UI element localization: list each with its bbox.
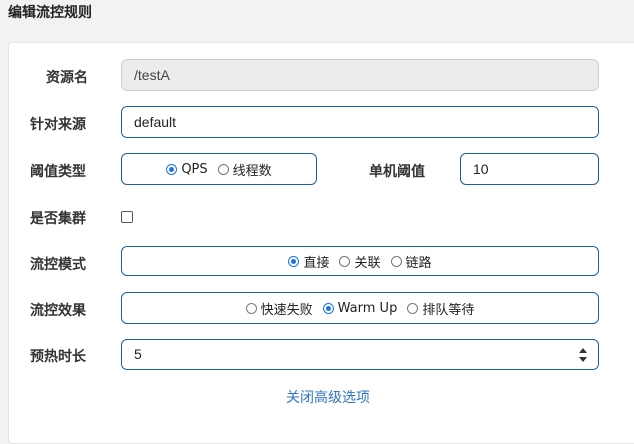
behavior-option-queue[interactable]: 排队等待 <box>407 299 474 318</box>
form-panel <box>8 42 634 444</box>
grade-option-label: 线程数 <box>232 163 272 179</box>
warmup-period-value: 5 <box>134 346 142 362</box>
close-advanced-options-link[interactable]: 关闭高级选项 <box>286 387 370 407</box>
grade-radio-group: QPS 线程数 <box>121 153 317 185</box>
threshold-label: 单机阈值 <box>369 164 425 180</box>
radio-checked-icon <box>288 255 300 267</box>
grade-option-qps[interactable]: QPS <box>166 161 208 177</box>
strategy-option-label: 直接 <box>303 255 330 271</box>
strategy-option-direct[interactable]: 直接 <box>288 252 329 271</box>
control-behavior-label: 流控效果 <box>30 303 86 319</box>
resource-label: 资源名 <box>46 70 88 86</box>
strategy-option-relate[interactable]: 关联 <box>339 252 381 271</box>
cluster-checkbox[interactable] <box>121 211 133 223</box>
radio-unchecked-icon <box>217 163 229 175</box>
radio-unchecked-icon <box>245 302 257 314</box>
radio-unchecked-icon <box>407 302 419 314</box>
behavior-option-label: 排队等待 <box>422 302 475 318</box>
grade-option-label: QPS <box>181 161 208 177</box>
behavior-option-warm-up[interactable]: Warm Up <box>322 300 398 316</box>
threshold-input[interactable]: 10 <box>460 153 599 185</box>
warmup-period-input[interactable]: 5 <box>121 339 599 370</box>
behavior-option-label: 快速失败 <box>260 302 313 318</box>
control-behavior-radio-group: 快速失败 Warm Up 排队等待 <box>121 292 599 324</box>
warmup-period-label: 预热时长 <box>30 349 86 365</box>
radio-checked-icon <box>322 302 334 314</box>
number-spinner-icon[interactable] <box>578 348 588 362</box>
strategy-radio-group: 直接 关联 链路 <box>121 246 599 276</box>
strategy-option-chain[interactable]: 链路 <box>390 252 432 271</box>
radio-unchecked-icon <box>390 255 402 267</box>
limit-app-input[interactable]: default <box>121 106 599 138</box>
resource-input: /testA <box>121 59 599 91</box>
dialog-title: 编辑流控规则 <box>8 5 92 21</box>
behavior-option-fast-fail[interactable]: 快速失败 <box>245 299 313 318</box>
limit-app-label: 针对来源 <box>30 117 86 133</box>
strategy-option-label: 链路 <box>405 255 432 271</box>
strategy-option-label: 关联 <box>354 255 381 271</box>
grade-label: 阈值类型 <box>30 164 86 180</box>
behavior-option-label: Warm Up <box>337 300 398 316</box>
radio-unchecked-icon <box>339 255 351 267</box>
radio-checked-icon <box>166 163 178 175</box>
strategy-label: 流控模式 <box>30 257 86 273</box>
cluster-label: 是否集群 <box>30 211 86 227</box>
grade-option-thread[interactable]: 线程数 <box>217 160 272 179</box>
